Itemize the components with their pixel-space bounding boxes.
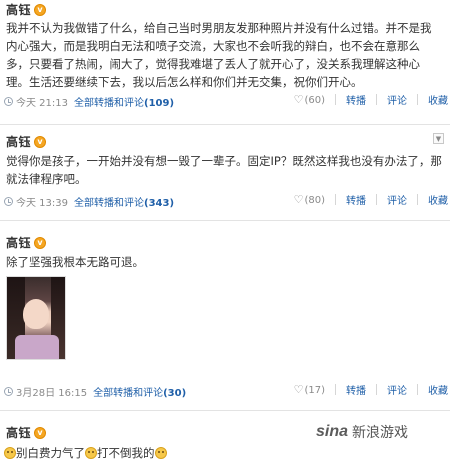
post-time[interactable]: 今天 21:13: [16, 94, 68, 109]
verified-badge-icon: v: [34, 136, 47, 148]
verified-badge-icon: v: [34, 427, 47, 439]
post-header: 高钰 v: [6, 235, 47, 251]
post-text: 除了坚强我根本无路可退。: [6, 255, 144, 269]
repost-button[interactable]: 转播: [346, 92, 366, 107]
like-button[interactable]: ♡(60): [294, 93, 325, 106]
clock-icon: [4, 97, 13, 106]
post-divider: [0, 410, 450, 411]
comment-button[interactable]: 评论: [387, 192, 407, 207]
weibo-post: 高钰 v ▼ 觉得你是孩子，一开始并没有想一毁了一辈子。固定IP？既然这样我也没…: [0, 133, 450, 213]
author-name[interactable]: 高钰: [6, 235, 31, 251]
post-footer: 3月28日 16:15 全部转播和评论(30) ♡(17) 转播 评论 收藏: [4, 381, 448, 401]
post-footer: 今天 21:13 全部转播和评论(109) ♡(60) 转播 评论 收藏: [4, 91, 448, 111]
clock-icon: [4, 197, 13, 206]
heart-icon: ♡: [293, 383, 304, 396]
like-button[interactable]: ♡(17): [294, 383, 325, 396]
divider: [417, 384, 418, 395]
post-divider: [0, 124, 450, 125]
post-text: 觉得你是孩子，一开始并没有想一毁了一辈子。固定IP？既然这样我也没有办法了，那就…: [6, 154, 442, 186]
post-time[interactable]: 3月28日 16:15: [16, 384, 87, 399]
smiley-emoji-icon: [85, 447, 97, 459]
watermark-text: 新浪游戏: [352, 425, 409, 441]
post-text: 别白费力气了 打不倒我的: [4, 444, 440, 462]
all-reposts-link[interactable]: 全部转播和评论(109): [74, 94, 174, 109]
comment-button[interactable]: 评论: [387, 92, 407, 107]
divider: [376, 194, 377, 205]
post-header: 高钰 v: [6, 2, 47, 18]
divider: [335, 194, 336, 205]
weibo-post: 高钰 v 除了坚强我根本无路可退。 3月28日 16:15 全部转播和评论(30…: [0, 234, 450, 404]
verified-badge-icon: v: [34, 4, 47, 16]
favorite-button[interactable]: 收藏: [428, 192, 448, 207]
post-time[interactable]: 今天 13:39: [16, 194, 68, 209]
divider: [417, 94, 418, 105]
sina-logo: sina: [316, 423, 349, 440]
divider: [376, 94, 377, 105]
repost-button[interactable]: 转播: [346, 382, 366, 397]
author-name[interactable]: 高钰: [6, 425, 31, 441]
comment-button[interactable]: 评论: [387, 382, 407, 397]
smiley-emoji-icon: [4, 447, 16, 459]
verified-badge-icon: v: [34, 237, 47, 249]
heart-icon: ♡: [293, 93, 304, 106]
heart-icon: ♡: [293, 193, 304, 206]
divider: [376, 384, 377, 395]
all-reposts-link[interactable]: 全部转播和评论(343): [74, 194, 174, 209]
post-header: 高钰 v: [6, 134, 47, 150]
post-photo-thumbnail[interactable]: [6, 276, 66, 360]
chevron-down-icon[interactable]: ▼: [433, 133, 444, 144]
smiley-emoji-icon: [154, 447, 167, 459]
sina-games-watermark: sina 新浪游戏: [316, 422, 408, 442]
repost-button[interactable]: 转播: [346, 192, 366, 207]
post-footer: 今天 13:39 全部转播和评论(343) ♡(80) 转播 评论 收藏: [4, 191, 448, 211]
author-name[interactable]: 高钰: [6, 134, 31, 150]
weibo-post: 高钰 v 我并不认为我做错了什么，给自己当时男朋友发那种照片并没有什么过错。并不…: [0, 0, 450, 112]
divider: [335, 384, 336, 395]
post-divider: [0, 220, 450, 221]
post-header: 高钰 v: [6, 425, 47, 441]
all-reposts-link[interactable]: 全部转播和评论(30): [93, 384, 186, 399]
like-button[interactable]: ♡(80): [294, 193, 325, 206]
favorite-button[interactable]: 收藏: [428, 92, 448, 107]
author-name[interactable]: 高钰: [6, 2, 31, 18]
post-text: 我并不认为我做错了什么，给自己当时男朋友发那种照片并没有什么过错。并不是我内心强…: [6, 21, 432, 89]
favorite-button[interactable]: 收藏: [428, 382, 448, 397]
divider: [335, 94, 336, 105]
divider: [417, 194, 418, 205]
clock-icon: [4, 387, 13, 396]
